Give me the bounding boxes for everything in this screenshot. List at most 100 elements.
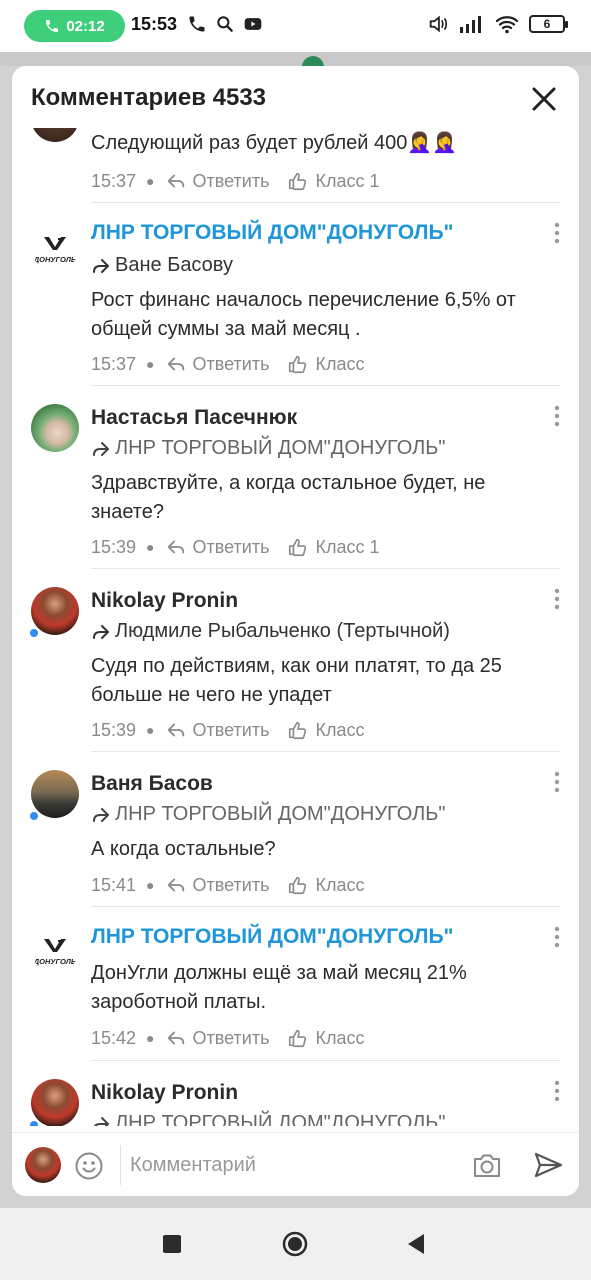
camera-button[interactable] [471, 1150, 503, 1180]
like-button[interactable]: Класс [287, 1027, 364, 1049]
reply-button[interactable]: Ответить [165, 1027, 270, 1049]
divider [120, 1145, 121, 1185]
reply-to[interactable]: ЛНР ТОРГОВЫЙ ДОМ"ДОНУГОЛЬ" [91, 1112, 445, 1126]
comment-time: 15:42 [91, 1027, 137, 1048]
smiley-icon [75, 1152, 103, 1180]
divider [91, 751, 560, 752]
like-button[interactable]: Класс 1 [287, 170, 379, 192]
kebab-icon [554, 926, 560, 948]
phone-icon [189, 16, 205, 32]
home-circle-icon [282, 1231, 308, 1257]
reply-icon [167, 723, 184, 737]
divider [91, 568, 560, 569]
like-button[interactable]: Класс [287, 874, 364, 896]
more-options-button[interactable] [549, 587, 565, 611]
like-label: Класс [315, 353, 365, 374]
comment-author[interactable]: Nikolay Pronin [91, 1081, 238, 1105]
call-timer: 02:12 [66, 17, 105, 35]
comment-input[interactable] [130, 1147, 450, 1183]
thumbs-up-icon [289, 721, 307, 740]
like-button[interactable]: Класс [287, 353, 364, 375]
comment-meta: 15:41 ● Ответить Класс [91, 874, 364, 896]
avatar[interactable] [31, 404, 79, 452]
meta-separator: ● [146, 1030, 155, 1046]
comment-time: 15:37 [91, 353, 137, 374]
kebab-icon [554, 588, 560, 610]
comment-author[interactable]: ЛНР ТОРГОВЫЙ ДОМ"ДОНУГОЛЬ" [91, 925, 454, 949]
more-options-button[interactable] [549, 221, 565, 245]
meta-separator: ● [146, 539, 155, 555]
avatar[interactable] [31, 1079, 79, 1126]
send-icon [534, 1152, 563, 1178]
comment-text: Здравствуйте, а когда остальное будет, н… [91, 472, 486, 523]
comment-author[interactable]: ЛНР ТОРГОВЫЙ ДОМ"ДОНУГОЛЬ" [91, 221, 454, 245]
comment-meta: 15:39 ● Ответить Класс [91, 719, 364, 741]
more-options-button[interactable] [549, 770, 565, 794]
emoji-button[interactable] [74, 1151, 104, 1181]
comment-time: 15:39 [91, 719, 137, 740]
reply-button[interactable]: Ответить [165, 536, 269, 558]
comment-author[interactable]: Nikolay Pronin [91, 589, 238, 613]
reply-button[interactable]: Ответить [165, 874, 270, 896]
comment-time: 15:41 [91, 874, 137, 895]
thumbs-up-icon [289, 876, 307, 895]
reply-to[interactable]: Ване Басову [91, 254, 233, 277]
more-options-button[interactable] [549, 1079, 565, 1103]
reply-icon [167, 1031, 184, 1045]
comment-meta: 15:37 ● Ответить Класс [91, 353, 364, 375]
more-options-button[interactable] [549, 404, 565, 428]
sheet-header: Комментариев 4533 [12, 66, 579, 128]
divider [91, 1060, 560, 1061]
like-label: Класс 1 [315, 170, 380, 191]
reply-to[interactable]: Людмиле Рыбальченко (Тертычной) [91, 620, 450, 643]
search-icon [217, 16, 233, 32]
comment-author[interactable]: Настасья Пасечнюк [91, 406, 297, 430]
comments-list[interactable]: Следующий раз будет рублей 400🤦‍♀️🤦‍♀️ 1… [12, 66, 579, 1126]
reply-label: Ответить [192, 1027, 270, 1048]
reply-to-name: Ване Басову [115, 254, 233, 276]
close-icon [532, 87, 556, 111]
home-button[interactable] [282, 1231, 308, 1262]
like-button[interactable]: Класс 1 [287, 536, 379, 558]
clock: 15:53 [131, 14, 178, 34]
reply-button[interactable]: Ответить [165, 170, 269, 192]
reply-label: Ответить [192, 874, 270, 895]
reply-arrow-icon [93, 441, 109, 456]
reply-arrow-icon [93, 624, 109, 639]
comment-meta: 15:37 ● Ответить Класс 1 [91, 170, 379, 192]
battery-level: 6 [543, 17, 551, 31]
reply-to[interactable]: ЛНР ТОРГОВЫЙ ДОМ"ДОНУГОЛЬ" [91, 437, 445, 460]
comment-author[interactable]: Ваня Басов [91, 772, 213, 796]
like-button[interactable]: Класс [287, 719, 364, 741]
meta-separator: ● [146, 173, 155, 189]
recents-button[interactable] [163, 1235, 181, 1258]
ongoing-call-pill[interactable]: 02:12 [24, 10, 125, 42]
send-button[interactable] [532, 1149, 564, 1181]
divider [91, 385, 560, 386]
like-label: Класс [315, 1027, 365, 1048]
back-button[interactable] [406, 1233, 426, 1260]
logo-text: ДОНУГОЛЬ [33, 957, 77, 966]
reply-to-name: ЛНР ТОРГОВЫЙ ДОМ"ДОНУГОЛЬ" [115, 803, 446, 825]
avatar [25, 1147, 61, 1183]
reply-icon [167, 174, 184, 188]
donugol-logo-icon: ДОНУГОЛЬ [33, 237, 77, 264]
reply-button[interactable]: Ответить [165, 353, 270, 375]
reply-button[interactable]: Ответить [165, 719, 269, 741]
reply-arrow-icon [93, 1116, 109, 1126]
like-label: Класс [315, 719, 365, 740]
avatar-logo[interactable]: ДОНУГОЛЬ [31, 925, 79, 973]
divider [91, 906, 560, 907]
signal-icon [460, 16, 481, 33]
reply-arrow-icon [93, 258, 109, 273]
comment-meta: 15:39 ● Ответить Класс 1 [91, 536, 379, 558]
avatar-logo[interactable]: ДОНУГОЛЬ [31, 223, 79, 271]
system-nav-bar [0, 1208, 591, 1280]
thumbs-up-icon [289, 538, 307, 557]
reply-to[interactable]: ЛНР ТОРГОВЫЙ ДОМ"ДОНУГОЛЬ" [91, 803, 445, 826]
reply-label: Ответить [192, 353, 270, 374]
more-options-button[interactable] [549, 925, 565, 949]
kebab-icon [554, 405, 560, 427]
reply-arrow-icon [93, 807, 109, 822]
close-button[interactable] [529, 84, 559, 114]
